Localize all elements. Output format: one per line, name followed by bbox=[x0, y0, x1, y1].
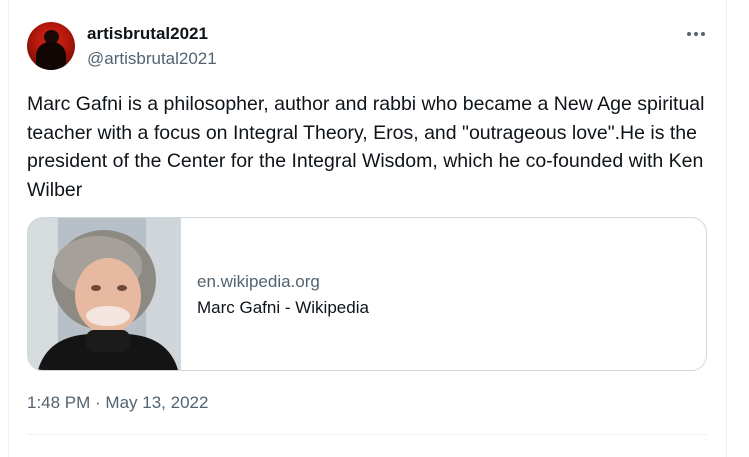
link-title: Marc Gafni - Wikipedia bbox=[197, 298, 369, 317]
more-options-icon-dot bbox=[701, 32, 705, 36]
divider bbox=[27, 434, 707, 435]
author-handle[interactable]: @artisbrutal2021 bbox=[87, 49, 217, 69]
portrait-image bbox=[28, 218, 180, 370]
avatar-figure-body bbox=[36, 42, 66, 70]
link-domain: en.wikipedia.org bbox=[197, 272, 320, 291]
more-options-button[interactable] bbox=[684, 24, 708, 44]
link-preview-thumbnail bbox=[28, 218, 181, 370]
tweet-text: Marc Gafni is a philosopher, author and … bbox=[27, 93, 705, 201]
more-options-icon-dot bbox=[694, 32, 698, 36]
more-options-icon bbox=[687, 32, 691, 36]
tweet-timestamp[interactable]: 1:48 PM · May 13, 2022 bbox=[27, 393, 208, 413]
author-display-name[interactable]: artisbrutal2021 bbox=[87, 24, 208, 44]
avatar[interactable] bbox=[27, 22, 75, 70]
link-preview-card[interactable]: en.wikipedia.org Marc Gafni - Wikipedia bbox=[27, 217, 707, 371]
